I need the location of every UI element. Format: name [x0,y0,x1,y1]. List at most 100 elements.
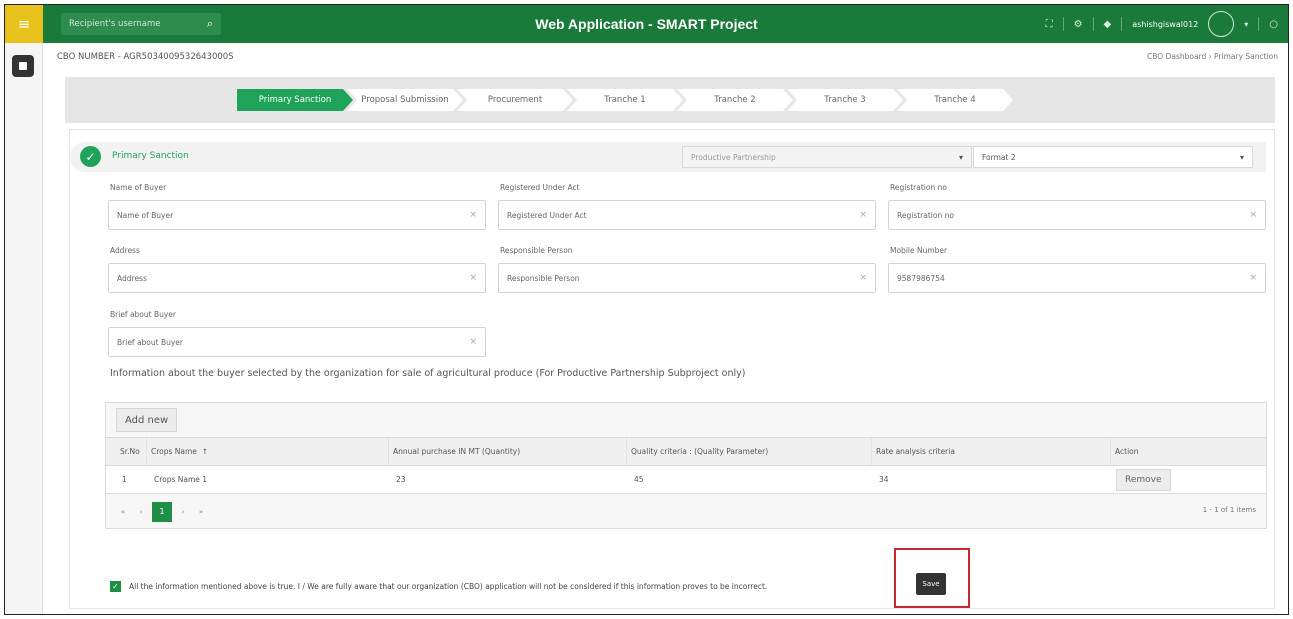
col-annual-purchase[interactable]: Annual purchase IN MT (Quantity) [388,438,520,465]
responsible-person-input[interactable]: Responsible Person × [498,263,876,293]
mobile-number-input[interactable]: 9587986754 × [888,263,1266,293]
cell-action: Remove [1112,466,1171,493]
step-proposal-submission[interactable]: Proposal Submission [347,89,463,111]
divider [1121,17,1123,31]
col-quality-criteria[interactable]: Quality criteria : (Quality Parameter) [626,438,768,465]
address-input[interactable]: Address × [108,263,486,293]
pager-info: 1 - 1 of 1 items [1202,506,1256,514]
field-value: Registration no [897,210,954,220]
info-text: Information about the buyer selected by … [110,368,746,379]
field-value: Address [117,273,147,283]
menu-icon[interactable]: ≡ [5,5,43,43]
name-of-buyer-label: Name of Buyer [110,183,167,192]
confirm-checkbox[interactable]: ✓ [110,581,121,592]
divider [1092,17,1094,31]
format-select[interactable]: Format 2 ▾ [973,146,1253,168]
table-row: 1 Crops Name 1 23 45 34 Remove [106,465,1266,493]
field-value: Brief about Buyer [117,337,184,347]
breadcrumb[interactable]: CBO Dashboard › Primary Sanction [1147,52,1278,61]
form-panel: ✓ Primary Sanction Productive Partnershi… [69,129,1275,609]
col-rate-analysis[interactable]: Rate analysis criteria [871,438,955,465]
top-icons: ⛶ ⚙ ◆ ashishgiswal012 ▾ ○ [1046,5,1278,43]
select-value: Productive Partnership [691,152,776,162]
power-icon[interactable]: ○ [1269,19,1278,30]
cell-crop[interactable]: Crops Name 1 [150,466,207,493]
sort-icon[interactable]: ↑ [202,447,208,456]
avatar[interactable] [1208,11,1235,37]
divider [1258,17,1260,31]
step-tranche-1[interactable]: Tranche 1 [567,89,683,111]
registration-no-label: Registration no [890,183,947,192]
col-crops-name[interactable]: Crops Name ↑ [146,438,208,465]
settings-icon[interactable]: ⚙ [1074,19,1083,30]
cell-rate[interactable]: 34 [875,466,889,493]
clear-icon[interactable]: × [469,337,477,347]
responsible-person-label: Responsible Person [500,246,573,255]
chevron-down-icon: ▾ [1239,152,1244,162]
search-icon[interactable]: ⌕ [207,17,213,31]
field-value: 9587986754 [897,273,945,283]
add-new-button[interactable]: Add new [116,408,178,432]
col-action: Action [1110,438,1139,465]
field-value: Responsible Person [507,273,580,283]
subproject-type-select[interactable]: Productive Partnership ▾ [682,146,972,168]
step-tranche-2[interactable]: Tranche 2 [677,89,793,111]
clear-icon[interactable]: × [1249,210,1257,220]
clear-icon[interactable]: × [469,210,477,220]
brief-about-buyer-input[interactable]: Brief about Buyer × [108,327,486,357]
search-input[interactable]: Recipient's username ⌕ [61,13,221,35]
fullscreen-icon[interactable]: ⛶ [1046,19,1053,30]
cbo-number: CBO NUMBER - AGR5034009532643000S [57,52,234,62]
chevron-down-icon[interactable]: ▾ [1244,20,1248,29]
step-primary-sanction[interactable]: Primary Sanction [237,89,353,111]
next-page-icon[interactable]: › [176,505,190,519]
step-tranche-3[interactable]: Tranche 3 [787,89,903,111]
side-rail [5,43,43,614]
registered-under-act-label: Registered Under Act [500,183,580,192]
remove-button[interactable]: Remove [1116,468,1171,491]
select-value: Format 2 [982,152,1016,162]
divider [1062,17,1064,31]
cell-annual[interactable]: 23 [392,466,406,493]
col-srno[interactable]: Sr.No [116,438,140,465]
name-of-buyer-input[interactable]: Name of Buyer × [108,200,486,230]
last-page-icon[interactable]: » [194,505,208,519]
clear-icon[interactable]: × [1249,273,1257,283]
prev-page-icon[interactable]: ‹ [134,505,148,519]
registered-under-act-input[interactable]: Registered Under Act × [498,200,876,230]
section-header: ✓ Primary Sanction Productive Partnershi… [70,142,1266,172]
clear-icon[interactable]: × [859,210,867,220]
grid-toolbar: Add new [106,403,1266,437]
chevron-down-icon: ▾ [958,152,963,162]
username[interactable]: ashishgiswal012 [1132,20,1198,29]
step-tranche-4[interactable]: Tranche 4 [897,89,1013,111]
cell-quality[interactable]: 45 [630,466,644,493]
dashboard-icon[interactable] [12,55,34,77]
clear-icon[interactable]: × [469,273,477,283]
brief-about-buyer-label: Brief about Buyer [110,310,177,319]
field-value: Registered Under Act [507,210,587,220]
confirm-text: All the information mentioned above is t… [129,582,768,591]
address-label: Address [110,246,140,255]
step-procurement[interactable]: Procurement [457,89,573,111]
stepper: Primary Sanction Proposal Submission Pro… [237,89,1007,111]
save-button[interactable]: Save [916,573,946,595]
cell-srno: 1 [122,475,127,484]
page-1-button[interactable]: 1 [152,501,172,522]
first-page-icon[interactable]: « [116,505,130,519]
grid-header: Sr.No Crops Name ↑ Annual purchase IN MT… [106,437,1266,465]
section-title: Primary Sanction [112,151,189,161]
crops-grid: Add new Sr.No Crops Name ↑ Annual purcha… [105,402,1267,529]
mobile-number-label: Mobile Number [890,246,948,255]
stepper-bar: Primary Sanction Proposal Submission Pro… [65,77,1275,123]
app-window: ≡ Recipient's username ⌕ Web Application… [4,4,1289,615]
check-icon: ✓ [80,146,101,167]
field-value: Name of Buyer [117,210,174,220]
col-label: Crops Name [151,447,197,456]
search-placeholder: Recipient's username [69,19,161,29]
notification-icon[interactable]: ◆ [1104,19,1112,30]
confirm-row: ✓ All the information mentioned above is… [110,581,767,592]
clear-icon[interactable]: × [859,273,867,283]
registration-no-input[interactable]: Registration no × [888,200,1266,230]
pager: « ‹ 1 › » 1 - 1 of 1 items [106,493,1266,529]
